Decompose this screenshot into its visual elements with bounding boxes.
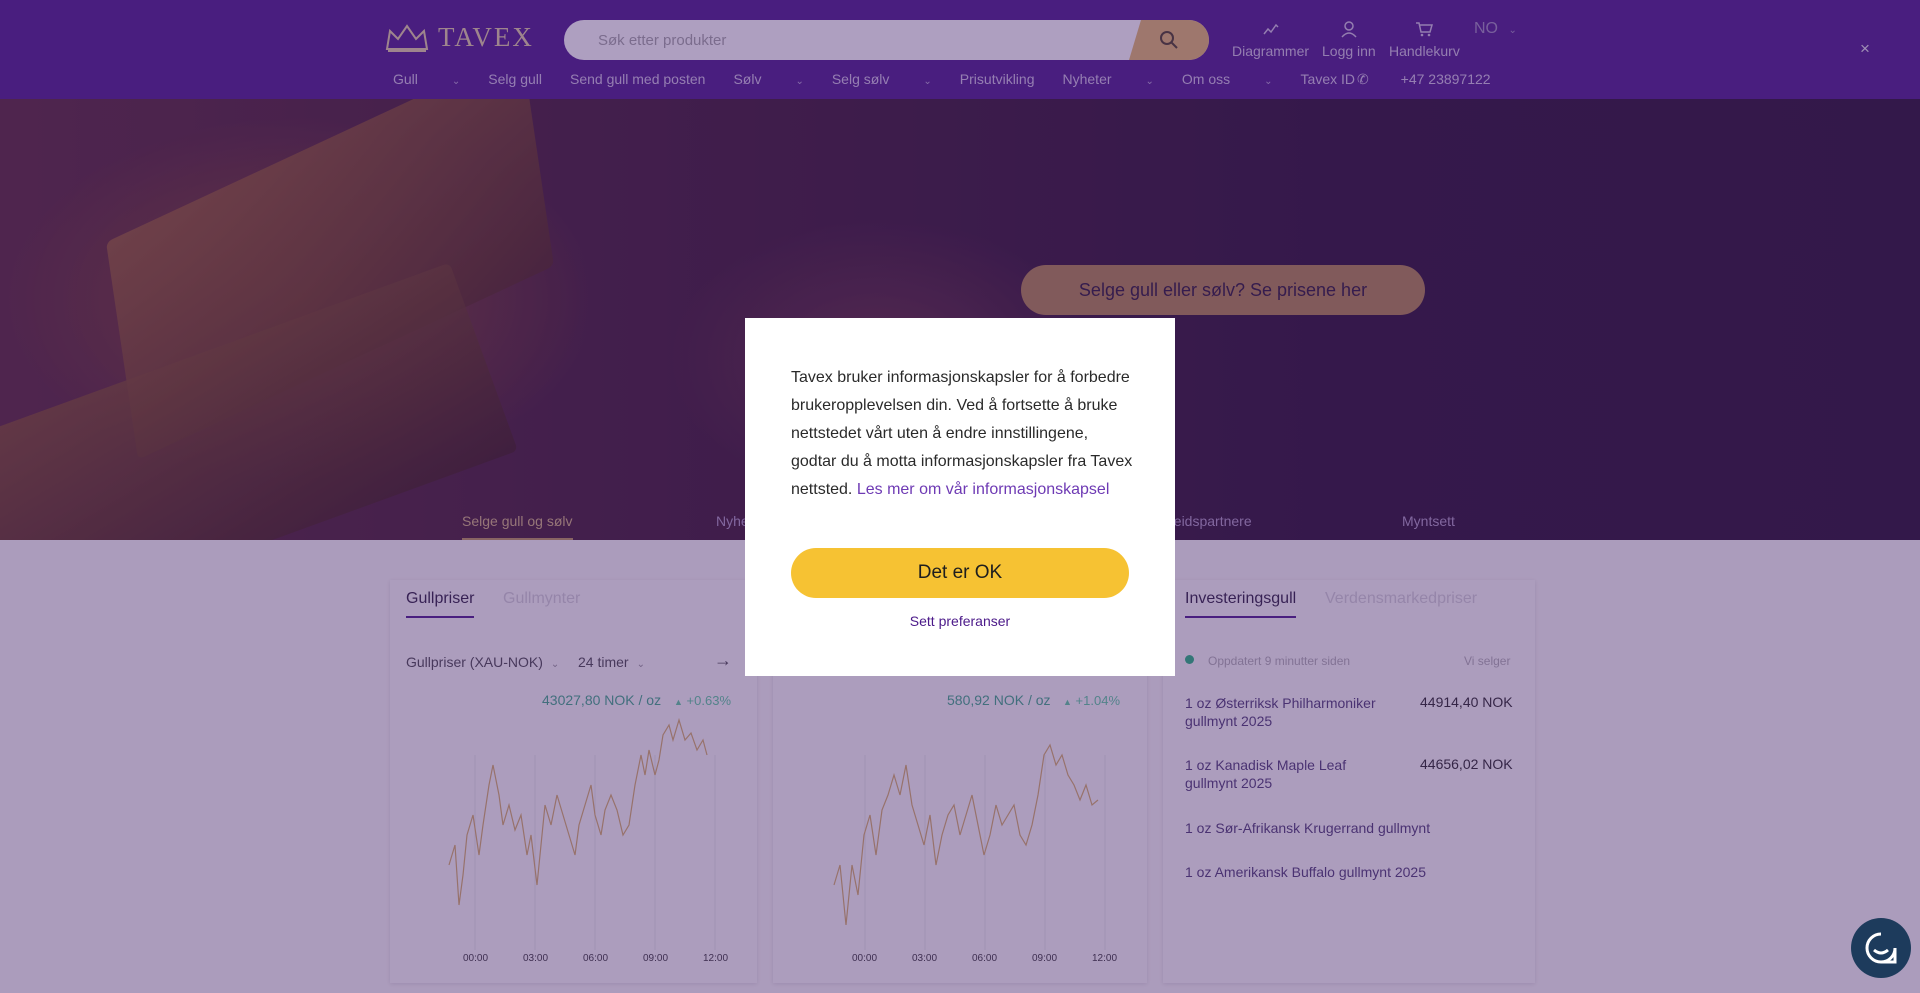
chat-button[interactable]	[1851, 918, 1911, 978]
cookie-consent-dialog: Tavex bruker informasjonskapsler for å f…	[745, 318, 1175, 676]
cookie-policy-link[interactable]: Les mer om vår informasjonskapsel	[857, 481, 1110, 498]
cookie-text-block: Tavex bruker informasjonskapsler for å f…	[791, 364, 1135, 504]
cookie-text: Tavex bruker informasjonskapsler for å f…	[791, 369, 1133, 498]
chat-icon	[1865, 932, 1897, 964]
cookie-preferences-link[interactable]: Sett preferanser	[745, 613, 1175, 629]
accept-cookies-button[interactable]: Det er OK	[791, 548, 1129, 598]
